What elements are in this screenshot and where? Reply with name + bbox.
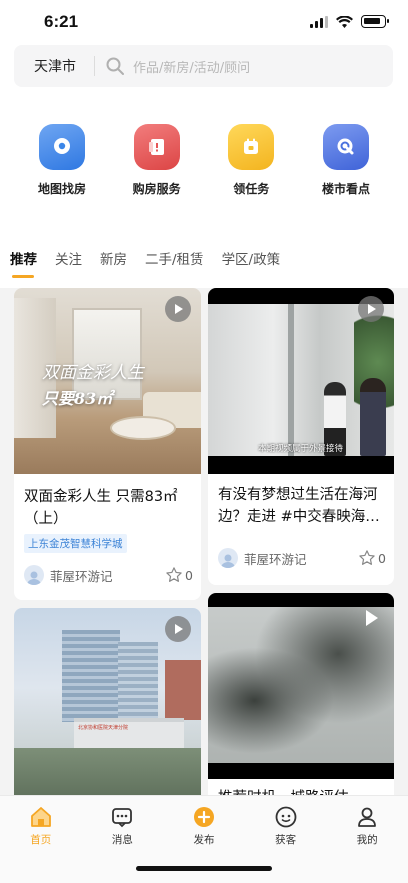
user-icon (221, 554, 235, 568)
play-icon[interactable] (360, 607, 382, 629)
card-footer: 菲屋环游记 0 (24, 564, 193, 586)
star-icon (359, 550, 375, 565)
quick-action-task[interactable]: 领任务 (205, 124, 297, 204)
search-icon (106, 57, 124, 75)
quick-action-map[interactable]: 地图找房 (16, 124, 108, 204)
card-thumbnail (208, 593, 394, 779)
hospital-tower (62, 630, 120, 722)
feed-card[interactable]: 北京协和医院天津分院 (14, 608, 201, 808)
play-icon[interactable] (165, 616, 191, 642)
nav-customers[interactable]: 获客 (256, 804, 316, 847)
quick-action-label: 领任务 (233, 182, 270, 196)
card-thumbnail: 双面金彩人生 只要83㎡ (14, 288, 201, 474)
tab-follow[interactable]: 关注 (55, 248, 82, 278)
search-input[interactable]: 作品/新房/活动/顾问 (133, 57, 250, 76)
signal-icon (310, 15, 328, 28)
search-divider (94, 56, 95, 76)
video-frame: 本期视频属于外景接待 (208, 304, 394, 456)
tab-school-policy[interactable]: 学区/政策 (222, 248, 281, 278)
nav-label: 消息 (111, 834, 133, 846)
message-icon (109, 804, 135, 830)
like-count: 0 (185, 567, 193, 583)
map-pin-icon (39, 124, 85, 170)
quick-action-label: 地图找房 (37, 182, 86, 196)
red-building (165, 660, 201, 720)
like-button[interactable]: 0 (165, 566, 193, 584)
tab-recommend[interactable]: 推荐 (10, 248, 37, 278)
hospital-tower-2 (118, 642, 158, 722)
nav-label: 发布 (193, 834, 215, 846)
overlay-line-2: 只要83㎡ (42, 389, 113, 408)
room-table (110, 416, 176, 440)
battery-icon (361, 15, 389, 28)
like-count: 0 (378, 550, 386, 566)
quick-action-market[interactable]: 楼市看点 (300, 124, 392, 204)
card-overlay-text: 双面金彩人生 只要83㎡ (42, 358, 144, 409)
feed-card[interactable]: 双面金彩人生 只要83㎡ 双面金彩人生 只需83㎡（上） 上东金茂智慧科学城 菲… (14, 288, 201, 600)
nav-label: 首页 (30, 834, 52, 846)
nav-label: 我的 (356, 834, 378, 846)
city-selector[interactable]: 天津市 (34, 56, 86, 76)
card-thumbnail: 本期视频属于外景接待 (208, 288, 394, 474)
video-caption: 本期视频属于外景接待 (258, 444, 344, 454)
status-icons (310, 15, 389, 28)
profile-icon (354, 804, 380, 830)
quick-action-label: 购房服务 (132, 182, 181, 196)
bottom-nav: 首页 消息 发布 获客 我的 (0, 795, 408, 883)
customer-icon (273, 804, 299, 830)
user-icon (27, 571, 41, 585)
category-tabs: 推荐 关注 新房 二手/租赁 学区/政策 (10, 248, 280, 282)
feed-card[interactable]: 本期视频属于外景接待 有没有梦想过生活在海河边？走进 #中交春映海… 菲屋环游记… (208, 288, 394, 585)
calendar-icon (228, 124, 275, 170)
nav-label: 获客 (275, 834, 297, 846)
pillar (288, 304, 294, 456)
home-icon (28, 804, 54, 830)
nav-profile[interactable]: 我的 (337, 804, 397, 847)
hospital-sign: 北京协和医院天津分院 (78, 725, 129, 731)
status-bar: 6:21 (0, 0, 408, 44)
feed-card[interactable]: 推荐时机，城路评估… (208, 593, 394, 808)
quick-action-service[interactable]: 购房服务 (111, 124, 203, 204)
author-name[interactable]: 菲屋环游记 (50, 566, 165, 585)
person-right (360, 378, 386, 456)
search-bar[interactable]: 天津市 作品/新房/活动/顾问 (14, 45, 393, 87)
like-button[interactable]: 0 (358, 549, 386, 567)
play-icon[interactable] (358, 296, 384, 322)
card-thumbnail: 北京协和医院天津分院 (14, 608, 201, 808)
video-frame (208, 607, 394, 763)
quick-actions: 地图找房 购房服务 领任务 楼市看点 (16, 124, 392, 204)
avatar[interactable] (218, 548, 238, 568)
card-tag[interactable]: 上东金茂智慧科学城 (24, 534, 127, 553)
document-icon (133, 124, 180, 170)
nav-messages[interactable]: 消息 (92, 804, 152, 847)
tab-resale-rental[interactable]: 二手/租赁 (145, 248, 204, 278)
nav-publish[interactable]: 发布 (174, 804, 234, 847)
tab-new-homes[interactable]: 新房 (100, 248, 127, 278)
card-footer: 菲屋环游记 0 (218, 547, 386, 569)
market-search-icon (322, 124, 369, 170)
status-time: 6:21 (44, 12, 79, 31)
card-title: 有没有梦想过生活在海河边？走进 #中交春映海… (218, 487, 380, 525)
nav-home[interactable]: 首页 (11, 804, 71, 847)
card-title: 双面金彩人生 只需83㎡（上） (24, 489, 178, 527)
home-indicator (136, 866, 272, 871)
publish-icon (191, 804, 217, 830)
author-name[interactable]: 菲屋环游记 (244, 549, 358, 568)
star-icon (166, 567, 182, 582)
wifi-icon (336, 15, 353, 28)
overlay-line-1: 双面金彩人生 (42, 363, 144, 383)
avatar[interactable] (24, 565, 44, 585)
quick-action-label: 楼市看点 (321, 182, 370, 196)
play-icon[interactable] (165, 296, 191, 322)
